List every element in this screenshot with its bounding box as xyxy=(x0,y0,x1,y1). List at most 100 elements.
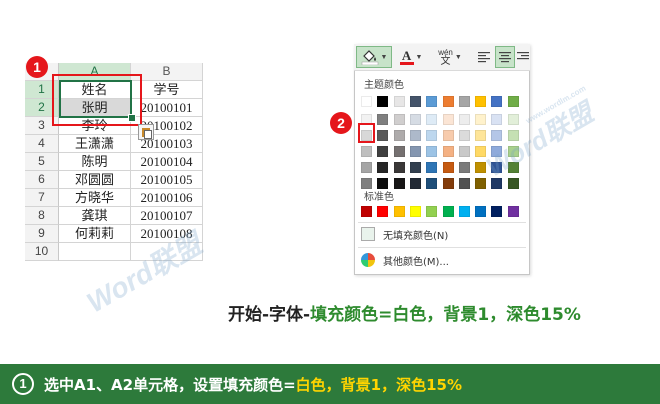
cell-b[interactable]: 20100104 xyxy=(131,153,203,171)
theme-color-swatch[interactable] xyxy=(361,96,372,107)
theme-color-swatch[interactable] xyxy=(410,114,421,125)
theme-color-swatch[interactable] xyxy=(426,114,437,125)
theme-color-swatch[interactable] xyxy=(377,96,388,107)
theme-color-swatch[interactable] xyxy=(410,178,421,189)
phonetic-guide-button[interactable]: wén 文 ▼ xyxy=(432,46,468,68)
row-header[interactable]: 5 xyxy=(25,153,59,171)
theme-color-swatch[interactable] xyxy=(475,178,486,189)
standard-color-swatch[interactable] xyxy=(361,206,372,217)
theme-color-swatch[interactable] xyxy=(377,130,388,141)
quick-analysis-icon[interactable] xyxy=(138,124,154,140)
instruction-caption: 开始-字体-填充颜色=白色，背景1，深色15% xyxy=(228,305,581,325)
theme-color-swatch[interactable] xyxy=(508,178,519,189)
row-header[interactable]: 4 xyxy=(25,135,59,153)
font-color-button[interactable]: A ▼ xyxy=(396,46,426,68)
theme-color-swatch[interactable] xyxy=(410,96,421,107)
theme-color-swatch[interactable] xyxy=(426,96,437,107)
footer-step-bar: 1 选中A1、A2单元格，设置填充颜色=白色，背景1，深色15% xyxy=(0,364,660,404)
theme-color-swatch[interactable] xyxy=(443,130,454,141)
align-left-button[interactable] xyxy=(474,46,494,68)
cell-a[interactable]: 邓圆圆 xyxy=(59,171,131,189)
chevron-down-icon: ▼ xyxy=(415,53,423,61)
theme-color-swatch[interactable] xyxy=(475,162,486,173)
row-header[interactable]: 6 xyxy=(25,171,59,189)
theme-color-swatch[interactable] xyxy=(394,96,405,107)
theme-color-swatch[interactable] xyxy=(443,96,454,107)
theme-color-swatch[interactable] xyxy=(426,146,437,157)
standard-color-swatch[interactable] xyxy=(410,206,421,217)
sheet-row: 7 方晓华 20100106 xyxy=(25,189,203,207)
theme-color-swatch[interactable] xyxy=(475,114,486,125)
cell-a[interactable]: 王潇潇 xyxy=(59,135,131,153)
theme-color-swatch[interactable] xyxy=(443,146,454,157)
theme-color-swatch[interactable] xyxy=(459,178,470,189)
theme-color-swatch[interactable] xyxy=(377,146,388,157)
theme-color-swatch[interactable] xyxy=(491,96,502,107)
standard-color-swatch[interactable] xyxy=(491,206,502,217)
standard-color-swatch[interactable] xyxy=(459,206,470,217)
standard-color-swatch[interactable] xyxy=(394,206,405,217)
align-center-icon xyxy=(499,52,511,63)
standard-color-swatch[interactable] xyxy=(508,206,519,217)
align-left-icon xyxy=(478,52,490,63)
align-right-button[interactable] xyxy=(516,46,530,68)
theme-color-swatch[interactable] xyxy=(410,162,421,173)
no-fill-icon xyxy=(361,227,375,241)
theme-color-swatch[interactable] xyxy=(443,114,454,125)
row-header[interactable]: 7 xyxy=(25,189,59,207)
theme-color-swatch[interactable] xyxy=(394,162,405,173)
theme-color-swatch[interactable] xyxy=(459,114,470,125)
theme-color-swatch[interactable] xyxy=(459,162,470,173)
footer-step-number: 1 xyxy=(12,373,34,395)
align-center-button[interactable] xyxy=(495,46,515,68)
row-header[interactable]: 8 xyxy=(25,207,59,225)
cell-b[interactable]: 20100107 xyxy=(131,207,203,225)
cell-b[interactable]: 20100106 xyxy=(131,189,203,207)
cell-a[interactable]: 陈明 xyxy=(59,153,131,171)
theme-color-swatch[interactable] xyxy=(459,130,470,141)
theme-color-swatch[interactable] xyxy=(475,96,486,107)
theme-color-swatch[interactable] xyxy=(377,162,388,173)
theme-color-swatch[interactable] xyxy=(394,114,405,125)
fill-color-button[interactable]: ▼ xyxy=(356,46,392,68)
standard-color-swatch[interactable] xyxy=(475,206,486,217)
cell-a[interactable]: 何莉莉 xyxy=(59,225,131,243)
theme-color-swatch[interactable] xyxy=(459,146,470,157)
footer-step-text: 选中A1、A2单元格，设置填充颜色=白色，背景1，深色15% xyxy=(44,375,463,394)
standard-color-swatch[interactable] xyxy=(377,206,388,217)
theme-color-swatch[interactable] xyxy=(508,114,519,125)
cell-b[interactable]: 20100105 xyxy=(131,171,203,189)
row-header[interactable]: 10 xyxy=(25,243,59,261)
standard-color-swatch[interactable] xyxy=(426,206,437,217)
theme-color-swatch[interactable] xyxy=(377,114,388,125)
theme-color-swatch[interactable] xyxy=(443,162,454,173)
row-header[interactable]: 9 xyxy=(25,225,59,243)
cell-a[interactable]: 龚琪 xyxy=(59,207,131,225)
theme-color-swatch[interactable] xyxy=(426,162,437,173)
theme-color-swatch[interactable] xyxy=(426,178,437,189)
no-fill-menu-item[interactable]: 无填充颜色(N) xyxy=(355,223,529,245)
color-wheel-icon xyxy=(361,253,375,267)
theme-color-swatch[interactable] xyxy=(394,178,405,189)
theme-color-swatch[interactable] xyxy=(361,162,372,173)
more-colors-menu-item[interactable]: 其他颜色(M)... xyxy=(355,249,529,271)
font-toolbar: ▼ A ▼ wén 文 ▼ xyxy=(354,44,530,71)
chevron-down-icon: ▼ xyxy=(454,53,462,61)
theme-color-swatch[interactable] xyxy=(443,178,454,189)
standard-color-swatch[interactable] xyxy=(443,206,454,217)
theme-color-swatch[interactable] xyxy=(394,130,405,141)
theme-color-swatch[interactable] xyxy=(361,146,372,157)
theme-color-swatch[interactable] xyxy=(410,146,421,157)
theme-color-swatch[interactable] xyxy=(459,96,470,107)
theme-color-swatch[interactable] xyxy=(410,130,421,141)
theme-color-swatch[interactable] xyxy=(475,130,486,141)
theme-color-swatch[interactable] xyxy=(426,130,437,141)
step-badge-1: 1 xyxy=(26,56,48,78)
theme-color-swatch[interactable] xyxy=(508,96,519,107)
more-colors-label: 其他颜色(M)... xyxy=(383,256,449,268)
cell-a[interactable] xyxy=(59,243,131,261)
theme-color-swatch[interactable] xyxy=(491,114,502,125)
theme-color-swatch[interactable] xyxy=(394,146,405,157)
fill-handle[interactable] xyxy=(128,114,136,122)
cell-a[interactable]: 方晓华 xyxy=(59,189,131,207)
